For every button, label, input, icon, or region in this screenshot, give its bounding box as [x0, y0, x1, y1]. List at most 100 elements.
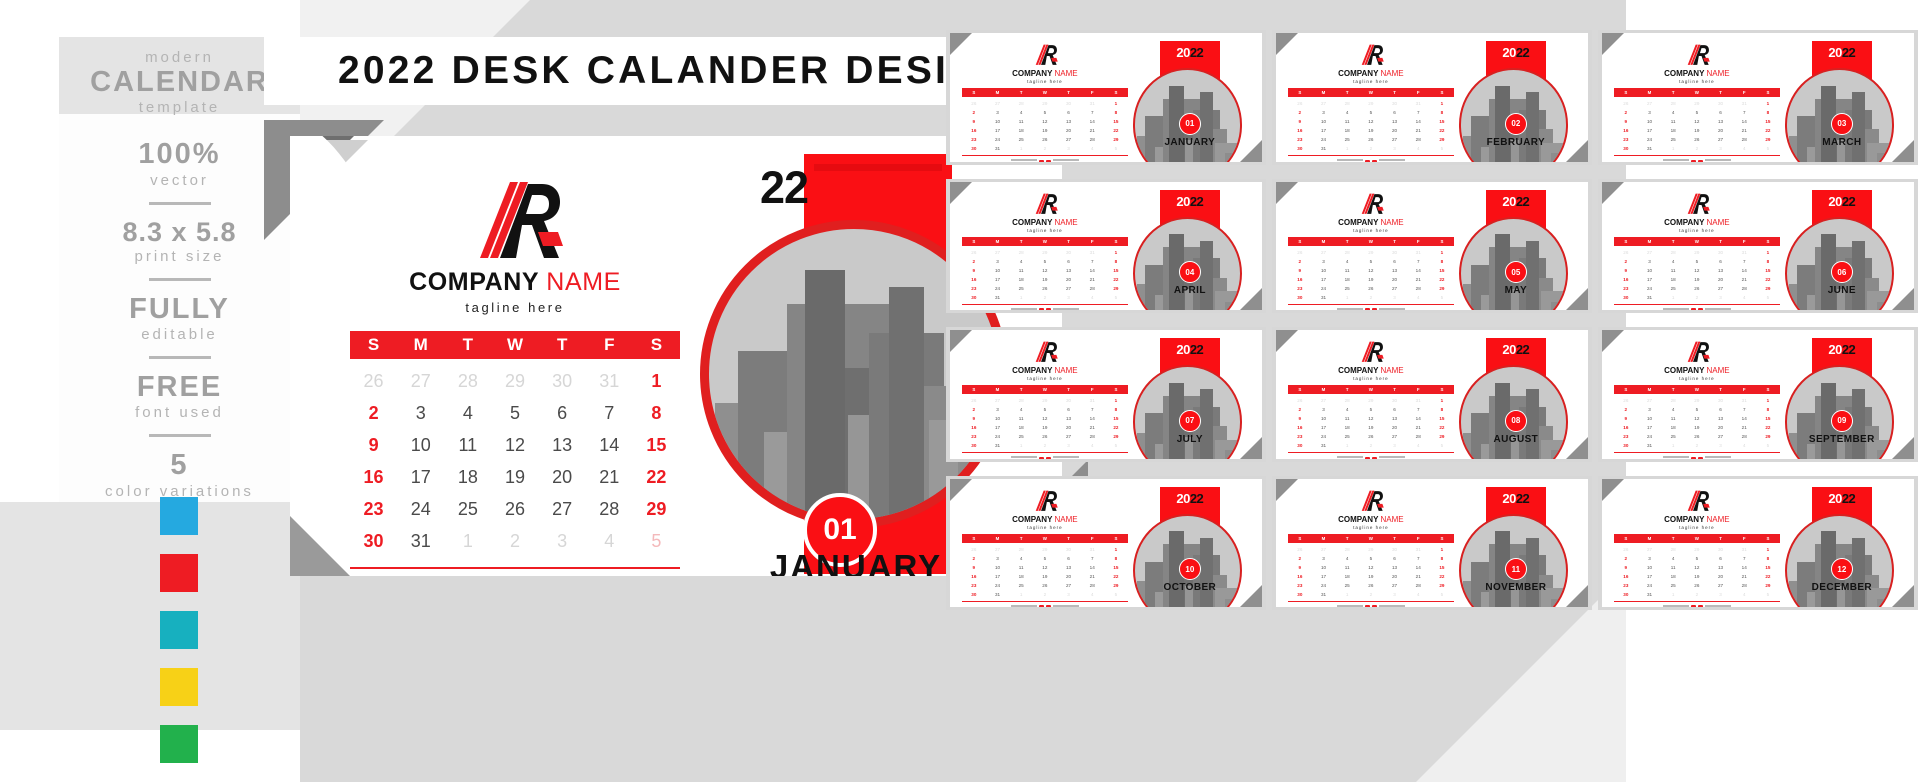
date-cell[interactable]: 4 [586, 525, 633, 557]
thumb-date-cell: 27 [1320, 249, 1327, 255]
date-cell[interactable]: 5 [491, 397, 538, 429]
date-cell[interactable]: 27 [539, 493, 586, 525]
thumb-date-cell: 3 [1322, 110, 1325, 115]
month-thumbnail[interactable]: COMPANY NAME tagline here S M T W T F S 26 27 28 29 3… [1598, 178, 1918, 313]
date-cell[interactable]: 21 [586, 461, 633, 493]
date-cell[interactable]: 28 [586, 493, 633, 525]
thumb-right-page: 2022 07 JULY [1128, 334, 1252, 459]
date-cell[interactable]: 19 [491, 461, 538, 493]
color-swatch-green[interactable] [160, 725, 198, 763]
month-thumbnail[interactable]: COMPANY NAME tagline here S M T W T F S 26 27 28 29 3… [1598, 475, 1918, 610]
month-thumbnail[interactable]: COMPANY NAME tagline here S M T W T F S 26 27 28 29 3… [946, 178, 1266, 313]
date-cell[interactable]: 30 [350, 525, 397, 557]
month-thumbnail[interactable]: COMPANY NAME tagline here S M T W T F S 26 27 28 29 3… [1272, 475, 1592, 610]
thumb-date-cell: 13 [1391, 564, 1398, 570]
phone-icon [1364, 159, 1370, 162]
date-cell[interactable]: 27 [397, 365, 444, 397]
thumb-weekday: T [1719, 535, 1722, 541]
phone-icon [1690, 159, 1696, 162]
date-cell[interactable]: 16 [350, 461, 397, 493]
month-thumbnail[interactable]: COMPANY NAME tagline here S M T W T F S 26 27 28 29 3… [946, 30, 1266, 165]
date-cell[interactable]: 26 [491, 493, 538, 525]
date-cell[interactable]: 17 [397, 461, 444, 493]
month-thumbnail[interactable]: COMPANY NAME tagline here S M T W T F S 26 27 28 29 3… [1598, 327, 1918, 462]
date-cell[interactable]: 3 [539, 525, 586, 557]
date-cell[interactable]: 4 [444, 397, 491, 429]
thumb-date-cell: 26 [971, 101, 977, 106]
thumb-date-cell: 29 [1368, 249, 1374, 255]
thumb-date-cell: 9 [1624, 267, 1628, 273]
thumb-date-cell: 26 [1694, 582, 1700, 588]
date-cell[interactable]: 30 [539, 365, 586, 397]
date-cell[interactable]: 6 [539, 397, 586, 429]
month-thumbnail[interactable]: COMPANY NAME tagline here S M T W T F S 26 27 28 29 3… [946, 327, 1266, 462]
date-cell[interactable]: 24 [397, 493, 444, 525]
thumb-date-cell: 22 [1765, 276, 1771, 282]
date-cell[interactable]: 13 [539, 429, 586, 461]
date-cell[interactable]: 29 [633, 493, 680, 525]
month-thumbnail[interactable]: COMPANY NAME tagline here S M T W T F S 26 27 28 29 3… [1272, 30, 1592, 165]
date-cell[interactable]: 2 [491, 525, 538, 557]
month-thumbnail[interactable]: COMPANY NAME tagline here S M T W T F S 26 27 28 29 3… [1272, 327, 1592, 462]
date-cell[interactable]: 9 [350, 429, 397, 461]
thumb-divider [962, 303, 1128, 305]
date-cell[interactable]: 14 [586, 429, 633, 461]
color-swatch-red[interactable] [160, 554, 198, 592]
date-cell[interactable]: 1 [444, 525, 491, 557]
color-swatch-yellow[interactable] [160, 668, 198, 706]
thumb-date-cell: 8 [1766, 110, 1770, 115]
date-cell[interactable]: 31 [586, 365, 633, 397]
thumb-date-cell: 29 [1694, 546, 1700, 552]
date-cell[interactable]: 20 [539, 461, 586, 493]
thumb-logo [1614, 43, 1780, 67]
date-cell[interactable]: 7 [586, 397, 633, 429]
date-cell[interactable]: 29 [491, 365, 538, 397]
date-cell[interactable]: 15 [633, 429, 680, 461]
color-swatch-blue[interactable] [160, 497, 198, 535]
thumb-weekday: S [1624, 535, 1628, 541]
thumb-date-cell: 10 [1320, 416, 1327, 421]
thumb-date-cell: 16 [1623, 276, 1629, 282]
thumb-date-cell: 18 [1344, 276, 1350, 282]
date-cell[interactable]: 5 [633, 525, 680, 557]
date-cell[interactable]: 8 [633, 397, 680, 429]
thumb-date-cell: 22 [1113, 425, 1119, 430]
date-cell[interactable]: 25 [444, 493, 491, 525]
date-cell[interactable]: 1 [633, 365, 680, 397]
date-cell[interactable]: 31 [397, 525, 444, 557]
thumb-date-cell: 28 [1670, 398, 1676, 403]
thumb-date-cell: 11 [1344, 267, 1350, 273]
thumb-date-cell: 28 [1670, 546, 1676, 552]
date-cell[interactable]: 10 [397, 429, 444, 461]
date-cell[interactable]: 2 [350, 397, 397, 429]
thumb-date-cell: 13 [1717, 267, 1724, 273]
date-cell[interactable]: 3 [397, 397, 444, 429]
phone-icon [1038, 159, 1044, 162]
date-cell[interactable]: 26 [350, 365, 397, 397]
color-swatch-teal[interactable] [160, 611, 198, 649]
thumb-weekday: T [1671, 238, 1675, 244]
thumb-weekday: T [1345, 238, 1349, 244]
building-bar [1525, 389, 1539, 459]
month-thumbnail[interactable]: COMPANY NAME tagline here S M T W T F S 26 27 28 29 3… [1598, 30, 1918, 165]
thumb-weekday-row: SMTWTFS [1288, 533, 1454, 543]
thumb-date-cell: 5 [1695, 258, 1699, 264]
month-thumbnail[interactable]: COMPANY NAME tagline here S M T W T F S 26 27 28 29 3… [946, 475, 1266, 610]
thumb-date-cell: 29 [1694, 249, 1700, 255]
thumb-date-cell: 15 [1765, 267, 1771, 273]
thumb-date-cell: 6 [1719, 407, 1722, 412]
date-cell[interactable]: 22 [633, 461, 680, 493]
date-cell[interactable]: 28 [444, 365, 491, 397]
thumb-weekday: S [1298, 90, 1302, 95]
date-cell[interactable]: 12 [491, 429, 538, 461]
date-cell[interactable]: 18 [444, 461, 491, 493]
date-cell[interactable]: 11 [444, 429, 491, 461]
thumb-date-cell: 26 [1694, 434, 1700, 439]
thumb-date-cell: 14 [1089, 416, 1095, 421]
month-thumbnail[interactable]: COMPANY NAME tagline here S M T W T F S 26 27 28 29 3… [1272, 178, 1592, 313]
date-cell[interactable]: 23 [350, 493, 397, 525]
phone-icon [1364, 456, 1370, 459]
thumb-divider [1614, 600, 1780, 602]
thumb-date-cell: 9 [972, 267, 976, 273]
thumb-date-cell: 21 [1415, 573, 1421, 579]
